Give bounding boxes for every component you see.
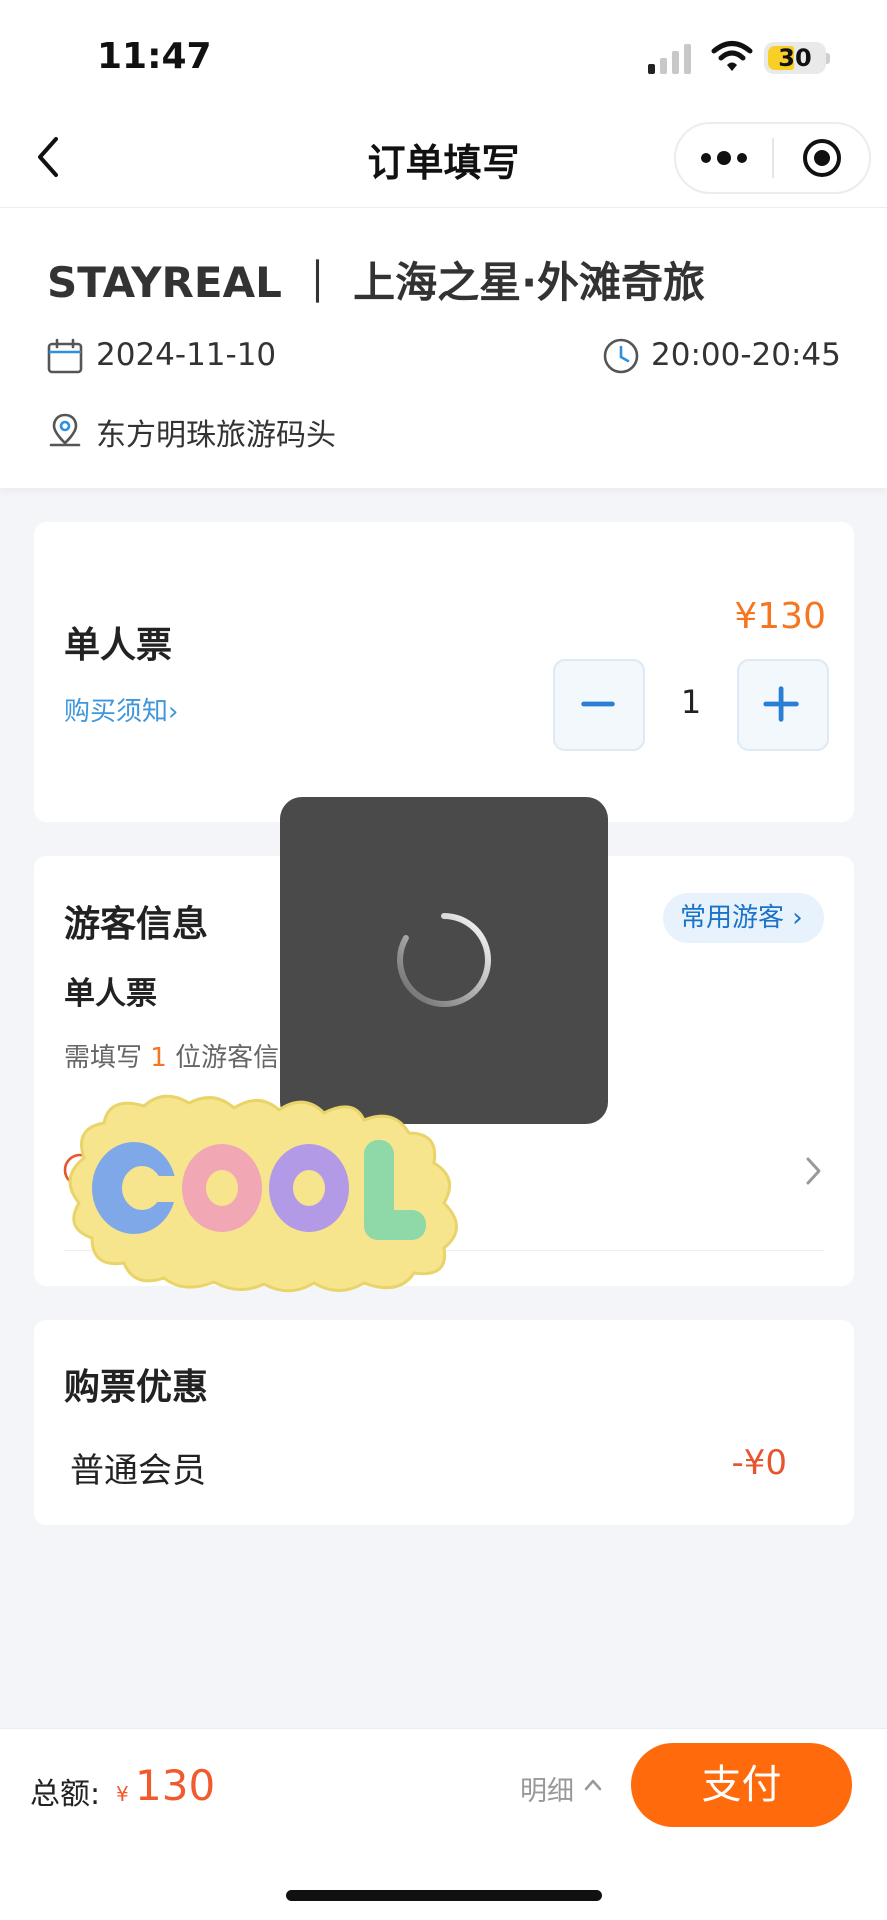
capsule-divider (772, 138, 774, 178)
chevron-right-icon: › (792, 903, 803, 933)
visitor-hint: 需填写 1 位游客信 (64, 1037, 279, 1074)
clock-icon (603, 338, 639, 374)
chevron-right-icon: › (168, 697, 179, 727)
home-indicator (286, 1890, 602, 1901)
hint-prefix: 需填写 (64, 1043, 143, 1073)
total-label: 总额: (30, 1777, 101, 1812)
hint-suffix: 位游客信 (175, 1043, 280, 1073)
chevron-right-icon[interactable] (804, 1155, 824, 1187)
status-time: 11:47 (97, 36, 212, 77)
frequent-visitors-button[interactable]: 常用游客 › (663, 893, 824, 943)
discount-title: 购票优惠 (64, 1367, 209, 1408)
frequent-visitors-label: 常用游客 (680, 903, 785, 933)
member-label: 普通会员 (70, 1451, 206, 1491)
ticket-name: 单人票 (64, 625, 173, 666)
event-time: 20:00-20:45 (651, 337, 841, 373)
cool-sticker (68, 1094, 458, 1293)
visitor-info-title: 游客信息 (64, 904, 209, 945)
event-title: STAYREAL ｜ 上海之星·外滩奇旅 (47, 258, 706, 307)
ticket-price: ¥130 (734, 596, 826, 637)
ticket-card (34, 522, 854, 822)
event-date: 2024-11-10 (96, 337, 277, 373)
chevron-up-icon[interactable] (583, 1776, 603, 1792)
hint-count: 1 (150, 1043, 167, 1073)
purchase-notice-label: 购买须知 (64, 697, 169, 727)
cellular-signal-icon (648, 44, 691, 74)
plus-icon (763, 686, 799, 722)
minus-icon (581, 701, 615, 707)
quantity-value: 1 (680, 683, 702, 721)
price-detail-toggle[interactable]: 明细 (520, 1769, 574, 1808)
wifi-icon (711, 41, 753, 71)
total-amount: 130 (135, 1761, 216, 1810)
discount-card (34, 1320, 854, 1525)
member-discount-value: -¥0 (731, 1443, 787, 1483)
loading-spinner-icon (397, 913, 491, 1007)
purchase-notice-link[interactable]: 购买须知› (64, 691, 178, 728)
decrease-quantity-button[interactable] (553, 659, 645, 751)
calendar-icon (47, 338, 83, 374)
visitor-ticket-type: 单人票 (64, 976, 157, 1012)
increase-quantity-button[interactable] (737, 659, 829, 751)
total-currency: ¥ (116, 1782, 129, 1806)
event-location: 东方明珠旅游码头 (96, 418, 336, 453)
more-options-icon[interactable] (700, 150, 748, 166)
close-mini-program-icon[interactable] (801, 137, 843, 179)
battery-percentage: 30 (778, 44, 812, 72)
battery-cap (826, 53, 830, 64)
location-pin-icon (49, 413, 81, 447)
pay-button[interactable]: 支付 (631, 1743, 852, 1827)
